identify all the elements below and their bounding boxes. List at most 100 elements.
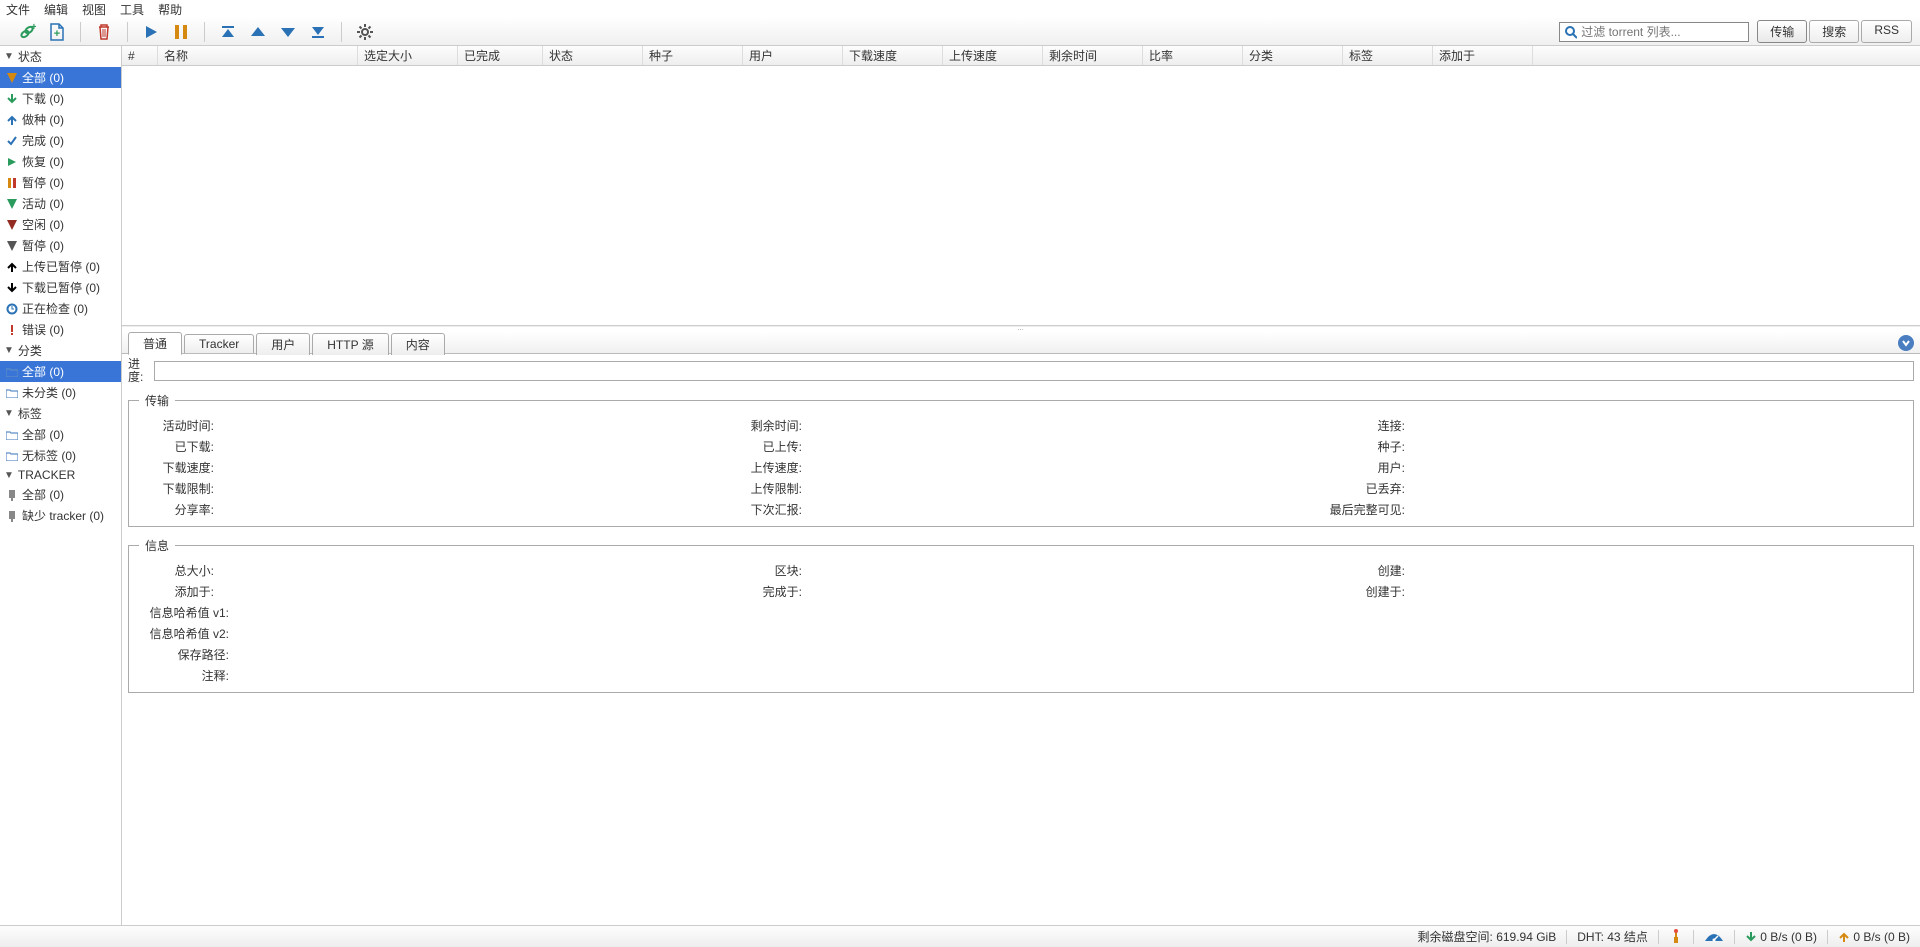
sidebar-status-item-5[interactable]: 暂停 (0) <box>0 172 121 193</box>
upload-rate-icon <box>1838 930 1850 944</box>
sidebar-status-item-9[interactable]: 上传已暂停 (0) <box>0 256 121 277</box>
add-link-button[interactable]: + <box>18 23 36 41</box>
detail-tab-peers[interactable]: 用户 <box>256 333 310 355</box>
resume-button[interactable] <box>142 23 160 41</box>
label-downloaded: 已下载: <box>139 438 214 455</box>
column-9[interactable]: 剩余时间 <box>1043 46 1143 65</box>
move-down-button[interactable] <box>279 23 297 41</box>
column-1[interactable]: 名称 <box>158 46 358 65</box>
label-dl_speed: 下载速度: <box>139 459 214 476</box>
sidebar-section-tracker[interactable]: ▼TRACKER <box>0 466 121 484</box>
label-hash_v1: 信息哈希值 v1: <box>139 604 229 621</box>
detail-tab-general[interactable]: 普通 <box>128 332 182 355</box>
column-8[interactable]: 上传速度 <box>943 46 1043 65</box>
status-disk-label: 剩余磁盘空间: <box>1418 928 1493 945</box>
label-dl_limit: 下载限制: <box>139 480 214 497</box>
column-12[interactable]: 标签 <box>1343 46 1433 65</box>
sidebar-section-status[interactable]: ▼状态 <box>0 46 121 67</box>
value-wasted <box>1405 480 1903 497</box>
sidebar-section-tags[interactable]: ▼标签 <box>0 403 121 424</box>
column-7[interactable]: 下载速度 <box>843 46 943 65</box>
sidebar-tracker-item-1[interactable]: 缺少 tracker (0) <box>0 505 121 526</box>
menubar: 文件 编辑 视图 工具 帮助 <box>0 0 1920 18</box>
filter-input[interactable] <box>1577 25 1744 39</box>
value-last_seen <box>1405 501 1903 518</box>
value-downloaded <box>214 438 727 455</box>
column-4[interactable]: 状态 <box>543 46 643 65</box>
sidebar-tag-item-0[interactable]: 全部 (0) <box>0 424 121 445</box>
value-ul_speed <box>802 459 1315 476</box>
tab-rss[interactable]: RSS <box>1861 20 1912 43</box>
menu-edit[interactable]: 编辑 <box>44 1 68 18</box>
value-eta <box>802 417 1315 434</box>
menu-file[interactable]: 文件 <box>6 1 30 18</box>
sidebar-status-item-1[interactable]: 下载 (0) <box>0 88 121 109</box>
settings-button[interactable] <box>356 23 374 41</box>
download-rate-icon <box>1745 930 1757 944</box>
status-ul-rate[interactable]: 0 B/s (0 B) <box>1853 930 1910 944</box>
sidebar-status-item-2[interactable]: 做种 (0) <box>0 109 121 130</box>
status-dht-label: DHT: <box>1577 930 1604 944</box>
detail-tab-tracker[interactable]: Tracker <box>184 334 254 353</box>
label-ratio: 分享率: <box>139 501 214 518</box>
status-dl-rate[interactable]: 0 B/s (0 B) <box>1760 930 1817 944</box>
label-reannounce: 下次汇报: <box>727 501 802 518</box>
content-panel: #名称选定大小已完成状态种子用户下载速度上传速度剩余时间比率分类标签添加于 … … <box>122 46 1920 925</box>
sidebar-status-item-7[interactable]: 空闲 (0) <box>0 214 121 235</box>
column-0[interactable]: # <box>122 46 158 65</box>
menu-tools[interactable]: 工具 <box>120 1 144 18</box>
sidebar-status-item-12[interactable]: 错误 (0) <box>0 319 121 340</box>
sidebar-category-item-0[interactable]: 全部 (0) <box>0 361 121 382</box>
sidebar-tracker-item-0[interactable]: 全部 (0) <box>0 484 121 505</box>
sidebar-status-item-11[interactable]: 正在检查 (0) <box>0 298 121 319</box>
sidebar-status-item-10[interactable]: 下载已暂停 (0) <box>0 277 121 298</box>
tab-search[interactable]: 搜索 <box>1809 20 1859 43</box>
value-connections <box>1405 417 1903 434</box>
tab-transfer[interactable]: 传输 <box>1757 20 1807 43</box>
sidebar-section-category[interactable]: ▼分类 <box>0 340 121 361</box>
torrent-table-body <box>122 66 1920 326</box>
delete-button[interactable] <box>95 23 113 41</box>
column-5[interactable]: 种子 <box>643 46 743 65</box>
column-6[interactable]: 用户 <box>743 46 843 65</box>
column-11[interactable]: 分类 <box>1243 46 1343 65</box>
search-icon <box>1564 25 1577 39</box>
sidebar-category-item-1[interactable]: 未分类 (0) <box>0 382 121 403</box>
value-reannounce <box>802 501 1315 518</box>
label-seeds: 种子: <box>1315 438 1405 455</box>
detail-tab-http[interactable]: HTTP 源 <box>312 333 388 355</box>
menu-view[interactable]: 视图 <box>82 1 106 18</box>
pause-button[interactable] <box>172 23 190 41</box>
value-total_size <box>214 562 727 579</box>
move-bottom-button[interactable] <box>309 23 327 41</box>
label-completed_on: 完成于: <box>727 583 802 600</box>
label-eta: 剩余时间: <box>727 417 802 434</box>
connection-status-icon[interactable] <box>1669 929 1683 945</box>
sidebar-status-item-8[interactable]: 暂停 (0) <box>0 235 121 256</box>
label-hash_v2: 信息哈希值 v2: <box>139 625 229 642</box>
detail-panel: 进度: 传输 活动时间:剩余时间:连接:已下载:已上传:种子:下载速度:上传速度… <box>122 354 1920 925</box>
value-peers <box>1405 459 1903 476</box>
value-seeds <box>1405 438 1903 455</box>
column-2[interactable]: 选定大小 <box>358 46 458 65</box>
sidebar-tag-item-1[interactable]: 无标签 (0) <box>0 445 121 466</box>
sidebar-status-item-4[interactable]: 恢复 (0) <box>0 151 121 172</box>
collapse-detail-icon[interactable] <box>1898 335 1914 351</box>
column-13[interactable]: 添加于 <box>1433 46 1533 65</box>
move-up-button[interactable] <box>249 23 267 41</box>
sidebar-status-item-6[interactable]: 活动 (0) <box>0 193 121 214</box>
menu-help[interactable]: 帮助 <box>158 1 182 18</box>
main-area: ▼状态 全部 (0)下载 (0)做种 (0)完成 (0)恢复 (0)暂停 (0)… <box>0 46 1920 925</box>
move-top-button[interactable] <box>219 23 237 41</box>
alt-speed-icon[interactable] <box>1704 931 1724 943</box>
detail-tab-content[interactable]: 内容 <box>391 333 445 355</box>
column-10[interactable]: 比率 <box>1143 46 1243 65</box>
add-file-button[interactable]: + <box>48 23 66 41</box>
label-comment: 注释: <box>139 667 229 684</box>
value-ul_limit <box>802 480 1315 497</box>
column-3[interactable]: 已完成 <box>458 46 543 65</box>
svg-text:+: + <box>54 28 60 40</box>
sidebar-status-item-0[interactable]: 全部 (0) <box>0 67 121 88</box>
sidebar-status-item-3[interactable]: 完成 (0) <box>0 130 121 151</box>
filter-search-box[interactable] <box>1559 22 1749 42</box>
